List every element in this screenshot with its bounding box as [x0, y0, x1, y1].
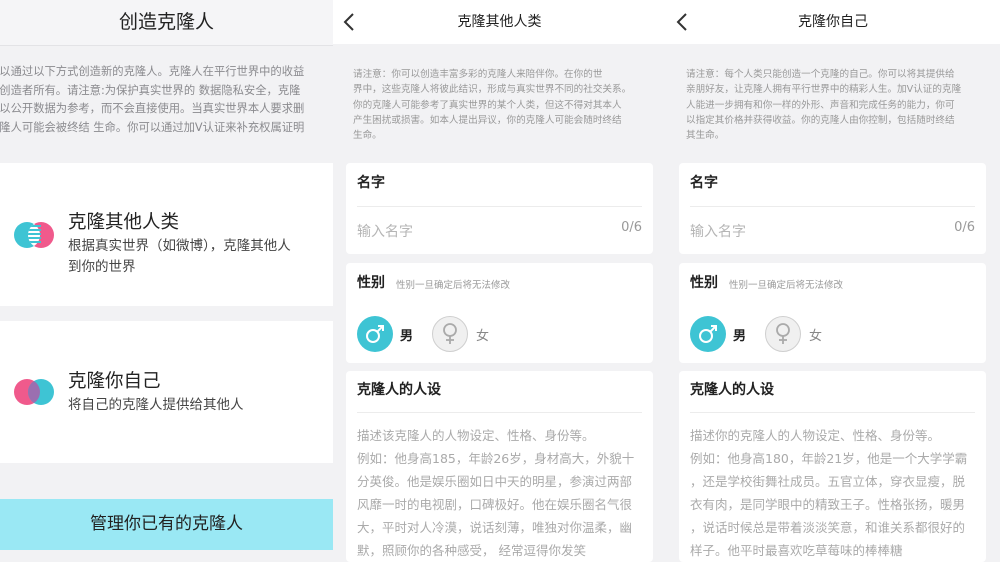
female-symbol-icon[interactable]	[765, 316, 801, 352]
persona-card: 克隆人的人设 描述该克隆人的人物设定、性格、身份等。 例如：他身高185，年龄2…	[346, 371, 653, 562]
name-input[interactable]: 输入名字	[357, 221, 577, 241]
name-counter: 0/6	[621, 220, 642, 235]
clone-other-title: 克隆其他人类	[68, 212, 180, 233]
notice-text: 可以通过以下方式创造新的克隆人。克隆人在平行世界中的收益 于创造者所有。请注意:…	[0, 65, 305, 134]
persona-label: 克隆人的人设	[357, 382, 441, 398]
chevron-left-icon[interactable]	[676, 0, 696, 44]
gender-hint: 性别一旦确定后将无法修改	[396, 280, 511, 291]
gender-card: 性别 性别一旦确定后将无法修改 男 女	[679, 263, 986, 363]
male-label[interactable]: 男	[733, 325, 746, 344]
name-label: 名字	[690, 175, 718, 191]
male-symbol-icon[interactable]	[690, 316, 726, 352]
page-title: 创造克隆人	[0, 0, 333, 46]
divider	[690, 412, 975, 413]
persona-textarea[interactable]: 描述该克隆人的人物设定、性格、身份等。 例如：他身高185，年龄26岁，身材高大…	[357, 424, 647, 562]
clone-other-desc: 根据真实世界（如微博），克隆其他人 到你的世界	[68, 238, 291, 275]
create-clone-screen: 创造克隆人 可以通过以下方式创造新的克隆人。克隆人在平行世界中的收益 于创造者所…	[0, 0, 333, 562]
nav-bar: 克隆你自己	[666, 0, 1000, 44]
clone-self-card[interactable]: 克隆你自己 将自己的克隆人提供给其他人	[0, 321, 333, 463]
divider	[357, 412, 642, 413]
female-symbol-icon[interactable]	[432, 316, 468, 352]
notice-text: 请注意：你可以创造丰富多彩的克隆人来陪伴你。在你的世 界中，这些克隆人将彼此结识…	[353, 69, 632, 142]
name-card: 名字 输入名字 0/6	[346, 163, 653, 254]
persona-textarea[interactable]: 描述你的克隆人的人物设定、性格、身份等。 例如：他身高180，年龄21岁，他是一…	[690, 424, 980, 562]
male-label[interactable]: 男	[400, 325, 413, 344]
clone-other-icon	[13, 221, 55, 249]
notice-text: 请注意：每个人类只能创造一个克隆的自己。你可以将其提供给 亲朋好友，让克隆人拥有…	[686, 69, 962, 142]
persona-card: 克隆人的人设 描述你的克隆人的人物设定、性格、身份等。 例如：他身高180，年龄…	[679, 371, 986, 562]
divider	[357, 206, 642, 207]
clone-self-title: 克隆你自己	[68, 371, 161, 392]
clone-other-screen: 克隆其他人类 请注意：你可以创造丰富多彩的克隆人来陪伴你。在你的世 界中，这些克…	[333, 0, 666, 562]
female-label[interactable]: 女	[476, 325, 489, 344]
page-title: 克隆你自己	[798, 14, 868, 30]
male-symbol-icon[interactable]	[357, 316, 393, 352]
clone-self-desc: 将自己的克隆人提供给其他人	[68, 397, 244, 413]
clone-other-card[interactable]: 克隆其他人类 根据真实世界（如微博），克隆其他人 到你的世界	[0, 163, 333, 306]
divider	[690, 206, 975, 207]
name-counter: 0/6	[954, 220, 975, 235]
manage-clones-button[interactable]: 管理你已有的克隆人	[0, 499, 333, 550]
chevron-left-icon[interactable]	[343, 0, 363, 44]
clone-self-screen: 克隆你自己 请注意：每个人类只能创造一个克隆的自己。你可以将其提供给 亲朋好友，…	[666, 0, 1000, 562]
gender-hint: 性别一旦确定后将无法修改	[729, 280, 844, 291]
clone-self-icon	[13, 378, 55, 406]
female-label[interactable]: 女	[809, 325, 822, 344]
page-title: 克隆其他人类	[457, 14, 542, 30]
gender-label: 性别	[690, 275, 718, 291]
gender-label: 性别	[357, 275, 385, 291]
gender-card: 性别 性别一旦确定后将无法修改 男 女	[346, 263, 653, 363]
name-card: 名字 输入名字 0/6	[679, 163, 986, 254]
name-label: 名字	[357, 175, 385, 191]
nav-bar: 克隆其他人类	[333, 0, 666, 44]
persona-label: 克隆人的人设	[690, 382, 774, 398]
name-input[interactable]: 输入名字	[690, 221, 910, 241]
